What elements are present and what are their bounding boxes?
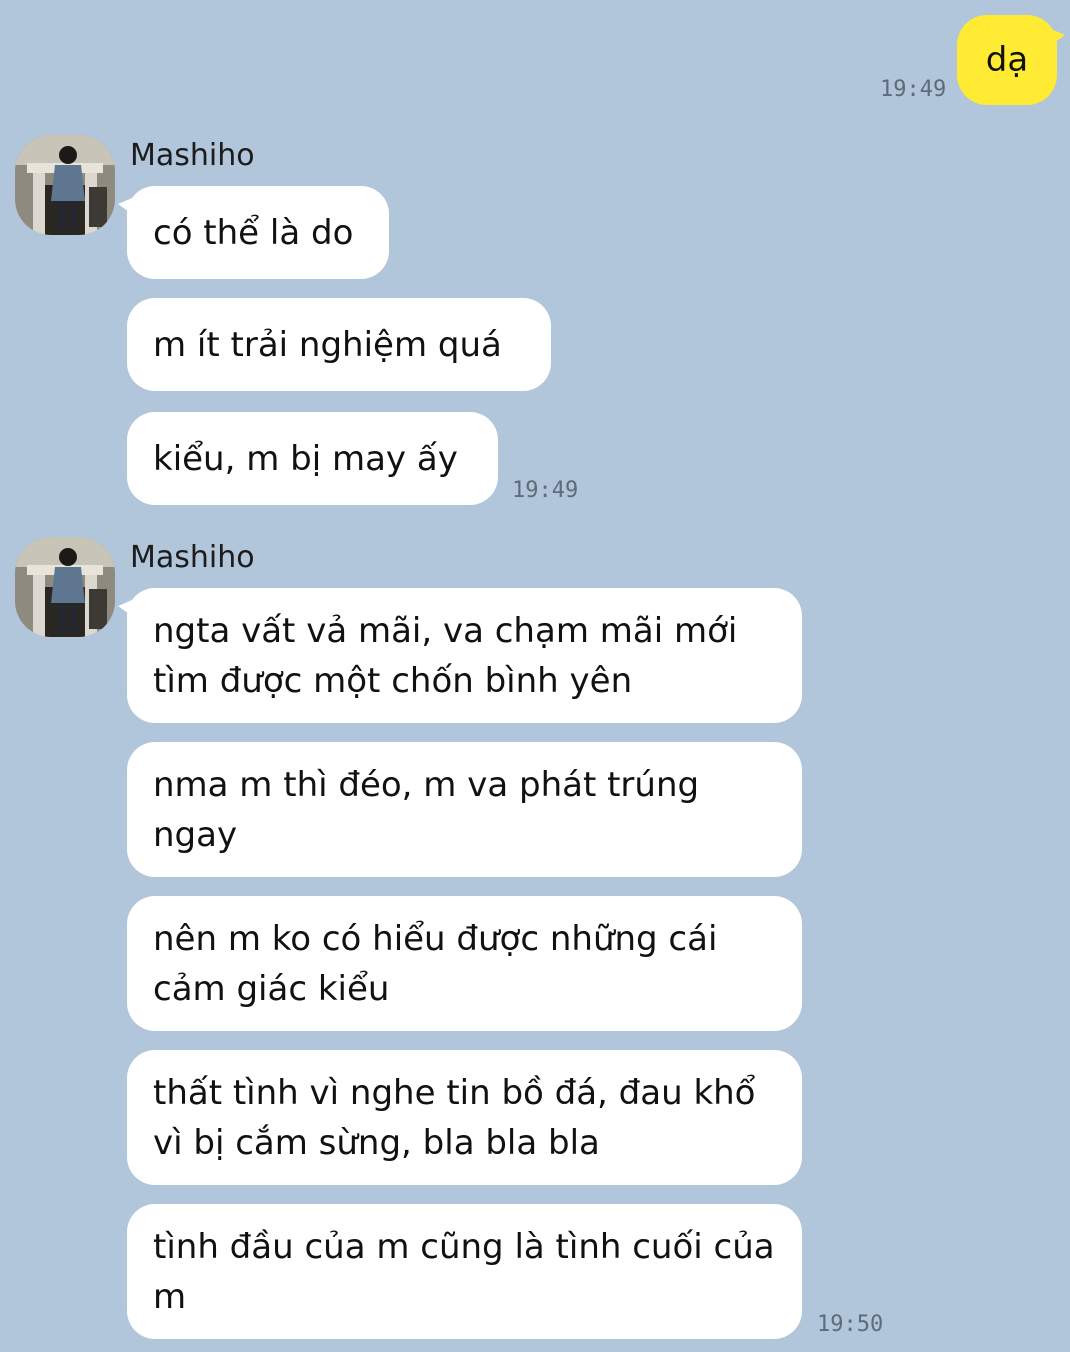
- message-text: nên m ko có hiểu được những cái cảm giác…: [153, 918, 718, 1009]
- incoming-message-bubble[interactable]: tình đầu của m cũng là tình cuối của m: [127, 1204, 802, 1339]
- sender-name: Mashiho: [130, 540, 255, 575]
- message-text: có thể là do: [153, 212, 354, 253]
- user-avatar-photo-icon: [15, 537, 115, 637]
- sender-name: Mashiho: [130, 138, 255, 173]
- message-text: ngta vất vả mãi, va chạm mãi mới tìm đượ…: [153, 610, 738, 701]
- incoming-message-bubble[interactable]: nma m thì đéo, m va phát trúng ngay: [127, 742, 802, 877]
- message-text: tình đầu của m cũng là tình cuối của m: [153, 1226, 775, 1317]
- outgoing-message-bubble[interactable]: dạ: [957, 15, 1065, 105]
- message-text: kiểu, m bị may ấy: [153, 438, 458, 479]
- incoming-message-bubble[interactable]: ngta vất vả mãi, va chạm mãi mới tìm đượ…: [118, 588, 802, 723]
- incoming-message-bubble[interactable]: có thể là do: [118, 186, 389, 279]
- user-avatar-photo-icon: [15, 135, 115, 235]
- incoming-message-bubble[interactable]: thất tình vì nghe tin bồ đá, đau khổ vì …: [127, 1050, 802, 1185]
- incoming-message-bubble[interactable]: kiểu, m bị may ấy: [127, 412, 498, 505]
- incoming-message-bubble[interactable]: nên m ko có hiểu được những cái cảm giác…: [127, 896, 802, 1031]
- sender-avatar[interactable]: [15, 135, 115, 235]
- incoming-timestamp: 19:49: [512, 478, 579, 503]
- incoming-message-bubble[interactable]: m ít trải nghiệm quá: [127, 298, 551, 391]
- message-text: dạ: [985, 40, 1029, 80]
- message-text: thất tình vì nghe tin bồ đá, đau khổ vì …: [153, 1072, 756, 1163]
- sender-avatar[interactable]: [15, 537, 115, 637]
- message-text: nma m thì đéo, m va phát trúng ngay: [153, 764, 700, 855]
- message-text: m ít trải nghiệm quá: [153, 324, 502, 365]
- incoming-timestamp: 19:50: [817, 1312, 884, 1337]
- outgoing-timestamp: 19:49: [880, 77, 947, 102]
